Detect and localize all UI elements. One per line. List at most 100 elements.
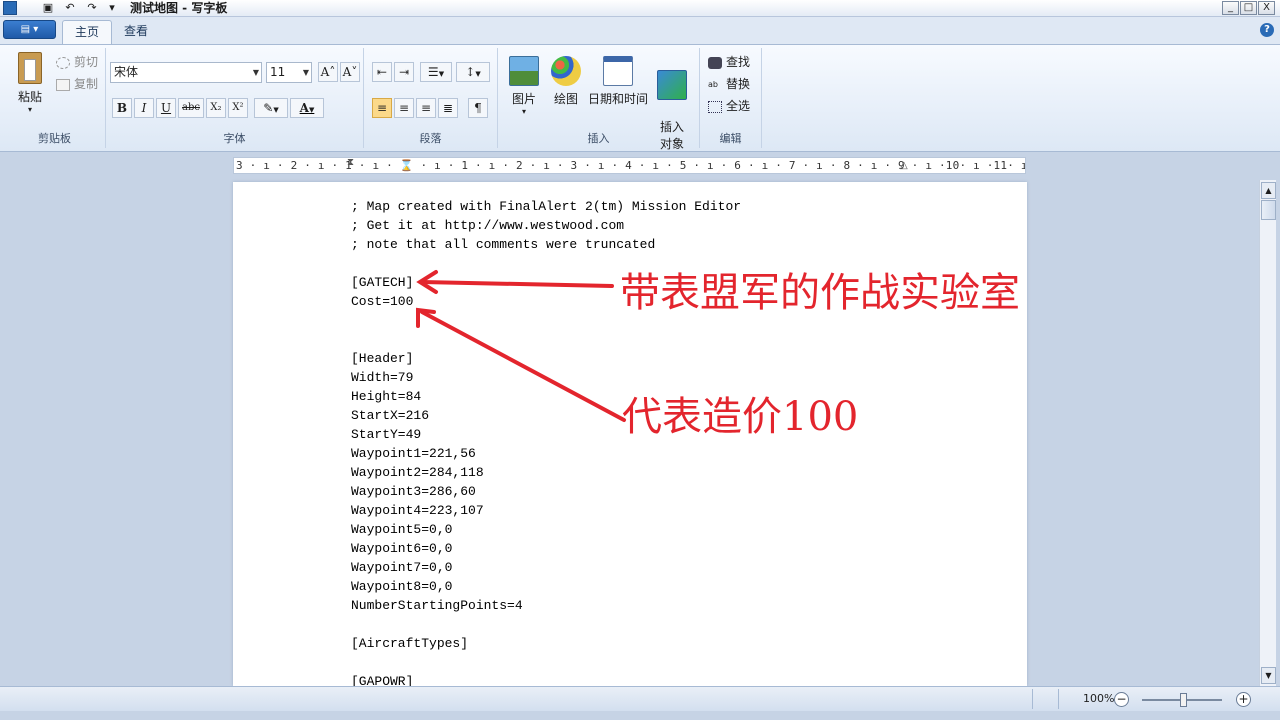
document-line[interactable]: Waypoint4=223,107 xyxy=(351,501,741,520)
date-time-button[interactable]: 日期和时间 xyxy=(586,56,650,107)
paragraph-group-label: 段落 xyxy=(419,132,442,145)
document-line[interactable]: NumberStartingPoints=4 xyxy=(351,596,741,615)
find-label: 查找 xyxy=(726,55,751,69)
strikethrough-button[interactable]: abc xyxy=(178,98,204,118)
align-left-icon: ≡ xyxy=(376,101,388,115)
binoculars-icon xyxy=(708,56,722,69)
scrollbar-thumb[interactable] xyxy=(1261,200,1276,220)
paste-button[interactable]: 粘贴 ▾ xyxy=(10,52,50,114)
document-line[interactable] xyxy=(351,653,741,672)
document-line[interactable]: [Header] xyxy=(351,349,741,368)
picture-button[interactable]: 图片 ▾ xyxy=(506,56,542,116)
font-color-button[interactable]: A▼ xyxy=(290,98,324,118)
document-line[interactable]: Waypoint8=0,0 xyxy=(351,577,741,596)
font-size-value: 11 xyxy=(270,65,286,79)
select-all-icon xyxy=(708,100,722,113)
minimize-button[interactable]: _ xyxy=(1222,1,1239,15)
wordpad-app-icon[interactable] xyxy=(3,1,17,15)
undo-icon[interactable]: ↶ xyxy=(62,1,78,15)
chevron-down-icon: ▼ xyxy=(273,106,279,114)
cut-button[interactable]: 剪切 xyxy=(56,52,98,72)
bullet-list-icon: ☰ xyxy=(427,65,439,79)
clipboard-icon xyxy=(18,52,42,84)
document-line[interactable]: Waypoint2=284,118 xyxy=(351,463,741,482)
align-right-button[interactable]: ≡ xyxy=(416,98,436,118)
line-spacing-button[interactable]: ↕▼ xyxy=(456,62,490,82)
tab-home[interactable]: 主页 xyxy=(62,20,113,44)
grow-font-button[interactable]: A˄ xyxy=(318,62,338,82)
align-right-icon: ≡ xyxy=(420,101,432,115)
outdent-icon: ⇤ xyxy=(376,65,388,79)
zoom-in-button[interactable]: + xyxy=(1236,692,1251,707)
replace-label: 替换 xyxy=(726,77,751,91)
editing-group: 查找 ab 替换 全选 编辑 xyxy=(700,48,762,148)
replace-button[interactable]: ab 替换 xyxy=(708,74,750,94)
font-family-combo[interactable]: 宋体 ▼ xyxy=(110,62,262,83)
font-size-combo[interactable]: 11 ▼ xyxy=(266,62,312,83)
zoom-level: 100% xyxy=(1083,692,1115,705)
calendar-icon xyxy=(603,56,633,86)
bullet-list-button[interactable]: ☰▼ xyxy=(420,62,452,82)
chevron-down-icon: ▾ xyxy=(521,107,526,116)
paragraph-dialog-button[interactable]: ¶ xyxy=(468,98,488,118)
document-line[interactable]: Waypoint6=0,0 xyxy=(351,539,741,558)
font-family-value: 宋体 xyxy=(114,65,139,79)
title-bar: ▣ ↶ ↷ ▾ 测试地图 - 写字板 _ □ X xyxy=(0,0,1280,17)
select-all-label: 全选 xyxy=(726,99,751,113)
maximize-button[interactable]: □ xyxy=(1240,1,1257,15)
decrease-indent-button[interactable]: ⇤ xyxy=(372,62,392,82)
insert-object-button[interactable]: 插入 对象 xyxy=(652,56,692,166)
align-left-button[interactable]: ≡ xyxy=(372,98,392,118)
help-icon[interactable]: ? xyxy=(1260,23,1274,37)
document-line[interactable]: ; Map created with FinalAlert 2(tm) Miss… xyxy=(351,197,741,216)
document-line[interactable]: Waypoint5=0,0 xyxy=(351,520,741,539)
document-line[interactable]: Waypoint3=286,60 xyxy=(351,482,741,501)
paint-drawing-button[interactable]: 绘图 xyxy=(548,56,584,107)
ribbon: 粘贴 ▾ 剪切 复制 剪贴板 宋体 ▼ 11 ▼ A˄ A˅ B I U abc… xyxy=(0,44,1280,152)
scroll-up-button[interactable]: ▲ xyxy=(1261,182,1276,199)
clipboard-group-label: 剪贴板 xyxy=(38,132,71,145)
tab-view[interactable]: 查看 xyxy=(112,20,160,44)
chevron-down-icon: ▼ xyxy=(252,68,259,77)
left-indent-marker-icon[interactable]: ⧗ xyxy=(347,157,354,168)
document-line[interactable]: Waypoint1=221,56 xyxy=(351,444,741,463)
save-icon[interactable]: ▣ xyxy=(40,1,56,15)
align-center-button[interactable]: ≡ xyxy=(394,98,414,118)
document-line[interactable]: ; note that all comments were truncated xyxy=(351,235,741,254)
document-line[interactable]: Waypoint7=0,0 xyxy=(351,558,741,577)
zoom-out-button[interactable]: − xyxy=(1114,692,1129,707)
customize-qat-icon[interactable]: ▾ xyxy=(104,1,120,15)
redo-icon[interactable]: ↷ xyxy=(84,1,100,15)
highlight-color-button[interactable]: ✎▼ xyxy=(254,98,288,118)
file-menu-button[interactable]: ▤ ▾ xyxy=(3,20,56,39)
subscript-button[interactable]: X₂ xyxy=(206,98,226,118)
zoom-slider-thumb[interactable] xyxy=(1180,693,1187,707)
cut-label: 剪切 xyxy=(74,55,99,69)
shrink-font-button[interactable]: A˅ xyxy=(340,62,360,82)
find-button[interactable]: 查找 xyxy=(708,52,750,72)
document-line[interactable]: ; Get it at http://www.westwood.com xyxy=(351,216,741,235)
document-line[interactable] xyxy=(351,615,741,634)
superscript-button[interactable]: X² xyxy=(228,98,248,118)
italic-button[interactable]: I xyxy=(134,98,154,118)
select-all-button[interactable]: 全选 xyxy=(708,96,750,116)
window-title: 测试地图 - 写字板 xyxy=(130,1,228,15)
document-line[interactable] xyxy=(351,330,741,349)
scroll-down-button[interactable]: ▼ xyxy=(1261,667,1276,684)
scissors-icon xyxy=(56,56,70,69)
bold-button[interactable]: B xyxy=(112,98,132,118)
paste-label: 粘贴 xyxy=(17,90,42,104)
copy-button[interactable]: 复制 xyxy=(56,74,98,94)
vertical-scrollbar[interactable]: ▲ ▼ xyxy=(1259,180,1276,686)
chevron-down-icon: ▼ xyxy=(475,70,481,78)
document-line[interactable]: [AircraftTypes] xyxy=(351,634,741,653)
picture-label: 图片 xyxy=(511,92,536,106)
justify-button[interactable]: ≣ xyxy=(438,98,458,118)
cost-annotation: 代表造价100 xyxy=(622,394,859,440)
replace-icon: ab xyxy=(708,79,718,89)
underline-button[interactable]: U xyxy=(156,98,176,118)
increase-indent-button[interactable]: ⇥ xyxy=(394,62,414,82)
editing-group-label: 编辑 xyxy=(719,132,742,145)
right-indent-marker-icon[interactable]: △ xyxy=(900,160,908,171)
close-button[interactable]: X xyxy=(1258,1,1275,15)
